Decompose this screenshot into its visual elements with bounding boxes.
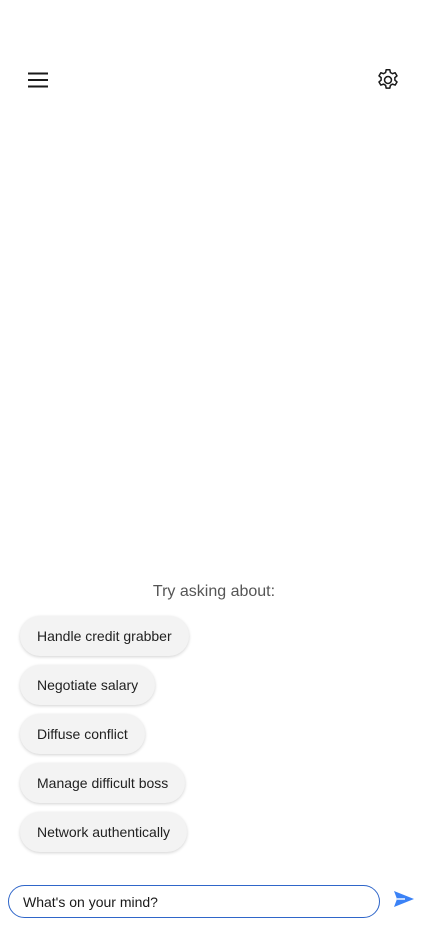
suggestion-chip[interactable]: Handle credit grabber [20, 616, 189, 656]
top-bar [0, 62, 428, 102]
gear-icon [375, 67, 401, 98]
suggestion-chip[interactable]: Negotiate salary [20, 665, 156, 705]
message-composer [8, 885, 380, 918]
menu-button[interactable] [18, 62, 58, 102]
suggestion-chips: Handle credit grabber Negotiate salary D… [20, 616, 189, 852]
send-button[interactable] [392, 889, 416, 913]
suggestion-chip[interactable]: Manage difficult boss [20, 763, 186, 803]
message-input[interactable] [9, 893, 379, 910]
suggestions-title: Try asking about: [152, 583, 276, 600]
app-screen: Try asking about: Handle credit grabber … [0, 0, 428, 926]
send-arrow-icon [393, 890, 415, 913]
hamburger-menu-icon [27, 71, 49, 94]
suggestion-chip[interactable]: Network authentically [20, 812, 188, 852]
settings-button[interactable] [368, 62, 408, 102]
suggestion-chip[interactable]: Diffuse conflict [20, 714, 145, 754]
